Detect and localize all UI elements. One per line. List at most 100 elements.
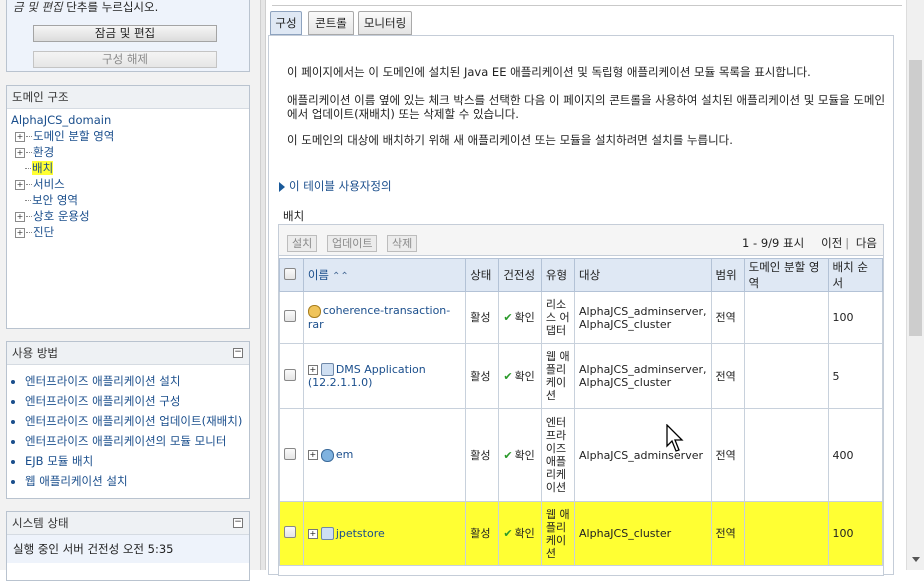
targets-cell: AlphaJCS_cluster <box>574 501 712 566</box>
scrollbar-thumb[interactable] <box>909 60 922 336</box>
domain-tree: AlphaJCS_domain + 도메인 분할 영역 + 환경 배치 + 서비스 보… <box>7 109 249 240</box>
table-row: + em 활성 ✔ 확인 엔터프라이즈 애플리케이션 AlphaJCS_admins… <box>279 408 883 502</box>
lock-and-edit-button[interactable]: 잠금 및 편집 <box>33 25 217 42</box>
tree-item-environment[interactable]: + 환경 <box>11 144 249 160</box>
enterprise-app-icon <box>320 448 334 462</box>
web-app-icon <box>320 363 334 377</box>
column-header-health[interactable]: 건전성 <box>498 258 542 292</box>
ok-check-icon: ✔ <box>503 311 513 324</box>
sort-ascending-icon[interactable]: ⌃⌃ <box>332 271 349 282</box>
order-cell: 400 <box>827 408 883 502</box>
pager: 1 - 9/9 표시 이전 | 다음 <box>742 236 877 250</box>
tree-expand-icon[interactable]: + <box>15 179 25 190</box>
scroll-down-icon[interactable] <box>912 557 920 562</box>
column-header-targets[interactable]: 대상 <box>574 258 712 292</box>
update-button[interactable]: 업데이트 <box>327 235 378 252</box>
how-do-i-list: 엔터프라이즈 애플리케이션 설치 엔터프라이즈 애플리케이션 구성 엔터프라이즈… <box>7 365 249 491</box>
state-cell: 활성 <box>465 343 500 409</box>
table-header-row: 이름 ⌃⌃ 상태 건전성 유형 대상 범위 도메인 분할 영역 배치 순서 <box>279 258 883 292</box>
delete-button[interactable]: 삭제 <box>387 235 418 252</box>
tree-item-partitions[interactable]: + 도메인 분할 영역 <box>11 128 249 144</box>
column-header-order[interactable]: 배치 순서 <box>827 258 883 292</box>
row-checkbox[interactable] <box>284 310 296 322</box>
targets-cell: AlphaJCS_adminserver <box>574 408 712 502</box>
intro-paragraph-3: 이 도메인의 대상에 배치하기 위해 새 애플리케이션 또는 모듈을 설치하려면… <box>287 133 733 147</box>
column-header-name[interactable]: 이름 ⌃⌃ <box>302 258 467 292</box>
system-status-panel: 시스템 상태 − 실행 중인 서버 건전성 오전 5:35 <box>6 511 250 581</box>
tab-control[interactable]: 콘트롤 <box>308 11 354 35</box>
how-do-i-link[interactable]: 엔터프라이즈 애플리케이션의 모듈 모니터 <box>25 431 249 451</box>
change-center-panel: 금 및 편집 단추를 누르십시오. 잠금 및 편집 구성 해제 <box>6 0 250 72</box>
type-cell: 웹 애플리케이션 <box>540 501 576 566</box>
app-name-link[interactable]: coherence-transaction-rar <box>308 304 450 331</box>
install-button[interactable]: 설치 <box>287 235 318 252</box>
page-scrollbar[interactable] <box>906 0 924 570</box>
column-header-type[interactable]: 유형 <box>540 258 576 292</box>
column-header-state[interactable]: 상태 <box>465 258 500 292</box>
select-all-checkbox[interactable] <box>284 267 296 280</box>
how-do-i-title: 사용 방법 − <box>7 342 249 365</box>
select-all-header[interactable] <box>279 258 304 292</box>
how-do-i-link[interactable]: 엔터프라이즈 애플리케이션 구성 <box>25 391 249 411</box>
release-configuration-button[interactable]: 구성 해제 <box>33 51 217 68</box>
expand-row-icon[interactable]: + <box>307 364 318 375</box>
order-cell: 5 <box>827 343 883 409</box>
deployments-section-title: 배치 <box>283 209 305 223</box>
collapse-icon[interactable]: − <box>233 348 243 358</box>
mouse-cursor-icon <box>666 424 684 452</box>
app-name-link[interactable]: em <box>336 448 353 461</box>
tree-item-interoperability[interactable]: + 상호 운용성 <box>11 208 249 224</box>
pager-next-link[interactable]: 다음 <box>856 236 877 250</box>
targets-cell: AlphaJCS_adminserver, AlphaJCS_cluster <box>574 291 712 344</box>
how-do-i-link[interactable]: 엔터프라이즈 애플리케이션 업데이트(재배치) <box>25 411 249 431</box>
server-health-text: 실행 중인 서버 건전성 오전 5:35 <box>7 535 249 563</box>
how-do-i-link[interactable]: 엔터프라이즈 애플리케이션 설치 <box>25 371 249 391</box>
tree-expand-icon[interactable]: + <box>15 211 25 222</box>
app-name-link[interactable]: jpetstore <box>336 527 385 540</box>
column-header-scope[interactable]: 범위 <box>710 258 745 292</box>
expand-triangle-icon <box>279 181 285 192</box>
tree-expand-icon[interactable]: + <box>15 147 25 158</box>
scope-cell: 전역 <box>710 343 745 409</box>
table-row: + jpetstore 활성 ✔ 확인 웹 애플리케이션 AlphaJCS_clus… <box>279 501 883 566</box>
table-row: + DMS Application (12.2.1.1.0) 활성 ✔ 확인 웹 애… <box>279 343 883 409</box>
tree-expand-icon[interactable]: + <box>15 131 25 142</box>
divider <box>272 5 902 6</box>
how-do-i-link[interactable]: EJB 모듈 배치 <box>25 451 249 471</box>
expand-row-icon[interactable]: + <box>307 450 318 461</box>
domain-structure-panel: 도메인 구조 AlphaJCS_domain + 도메인 분할 영역 + 환경 배치… <box>6 85 250 329</box>
row-checkbox[interactable] <box>284 368 296 381</box>
tab-configuration[interactable]: 구성 <box>270 11 302 35</box>
column-header-partitions[interactable]: 도메인 분할 영역 <box>743 258 829 292</box>
ok-check-icon: ✔ <box>503 369 513 383</box>
how-do-i-link[interactable]: 웹 애플리케이션 설치 <box>25 471 249 491</box>
tree-root-domain[interactable]: AlphaJCS_domain <box>11 113 249 128</box>
partition-cell <box>743 408 829 502</box>
expand-row-icon[interactable]: + <box>307 528 318 539</box>
system-status-title: 시스템 상태 − <box>7 512 249 535</box>
deployments-table: 이름 ⌃⌃ 상태 건전성 유형 대상 범위 도메인 분할 영역 배치 순서 coh… <box>279 258 883 566</box>
intro-paragraph-1: 이 페이지에서는 이 도메인에 설치된 Java EE 애플리케이션 및 독립형… <box>287 65 811 79</box>
tree-item-security-realms[interactable]: 보안 영역 <box>11 192 249 208</box>
scope-cell: 전역 <box>710 501 745 566</box>
tree-expand-icon[interactable]: + <box>15 227 25 238</box>
type-cell: 엔터프라이즈 애플리케이션 <box>540 408 576 502</box>
customize-table-link[interactable]: 이 테이블 사용자정의 <box>279 178 392 194</box>
collapse-icon[interactable]: − <box>233 518 243 528</box>
tab-monitoring[interactable]: 모니터링 <box>358 11 412 35</box>
ok-check-icon: ✔ <box>503 448 513 462</box>
main-area: 구성 콘트롤 모니터링 이 페이지에서는 이 도메인에 설치된 Java EE … <box>266 0 906 576</box>
tree-item-deployments[interactable]: 배치 <box>11 160 249 176</box>
row-checkbox[interactable] <box>284 526 296 538</box>
state-cell: 활성 <box>465 408 500 502</box>
deployments-table-frame: 설치 업데이트 삭제 1 - 9/9 표시 이전 | 다음 이름 ⌃⌃ 상태 건… <box>278 224 884 576</box>
domain-structure-title: 도메인 구조 <box>7 86 249 109</box>
web-app-icon <box>320 527 334 541</box>
pager-prev-link[interactable]: 이전 <box>821 236 842 250</box>
row-checkbox[interactable] <box>284 447 296 460</box>
intro-paragraph-2: 애플리케이션 이름 옆에 있는 체크 박스를 선택한 다음 이 페이지의 콘트롤… <box>287 93 886 121</box>
tree-item-services[interactable]: + 서비스 <box>11 176 249 192</box>
table-row: coherence-transaction-rar 활성 ✔ 확인 리소스 어댑터… <box>279 291 883 344</box>
tree-item-diagnostics[interactable]: + 진단 <box>11 224 249 240</box>
change-center-instruction: 금 및 편집 단추를 누르십시오. <box>13 0 159 14</box>
